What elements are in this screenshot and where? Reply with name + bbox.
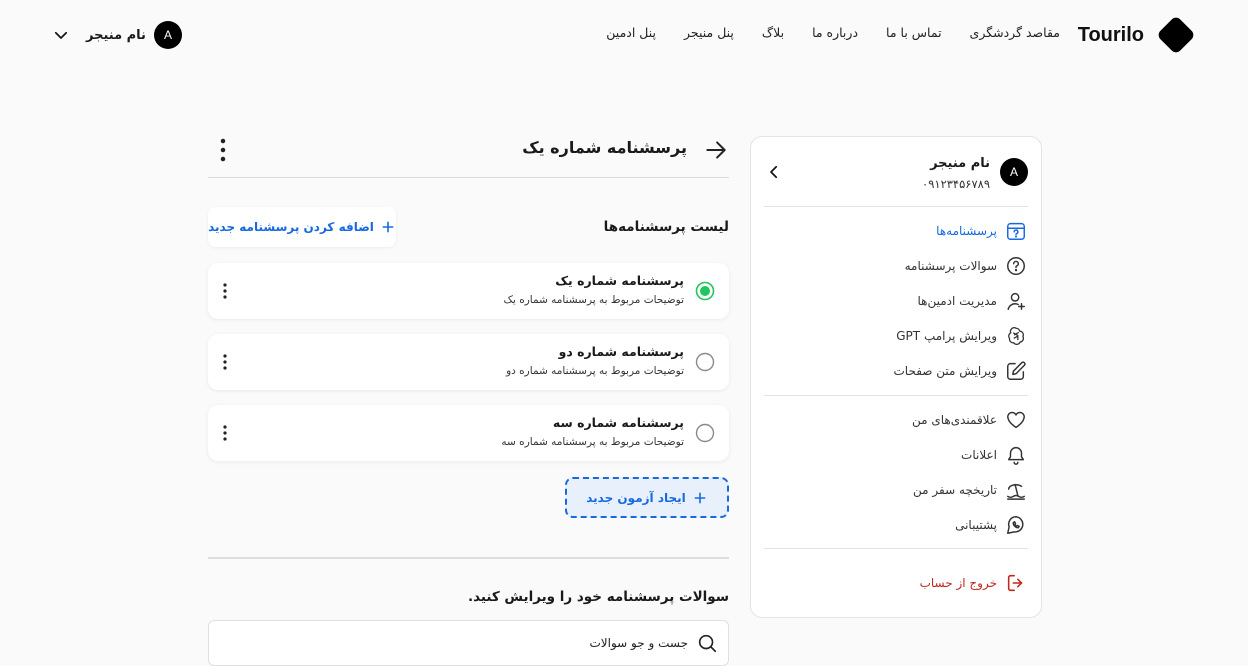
user-name: نام منیجر [86,27,146,43]
new-exam-button[interactable]: ایجاد آزمون جدید [565,477,729,518]
sidebar-item-label: مدیریت ادمین‌ها [917,294,997,308]
questionnaire-name: پرسشنامه شماره دو [558,344,684,359]
sidebar-user: A نام منیجر ۰۹۱۲۳۴۵۶۷۸۹ [922,156,1028,191]
beach-icon [1007,483,1025,500]
questionnaire-item[interactable]: پرسشنامه شماره دو توضیحات مربوط به پرسشن… [208,334,729,390]
sidebar-item-label: پشتیبانی [955,518,997,532]
sidebar-item-label: اعلانات [961,448,997,462]
sidebar-item-questions[interactable]: سوالات پرسشنامه [765,253,1027,279]
more-vertical-icon[interactable] [217,279,233,303]
add-questionnaire-button[interactable]: اضافه کردن پرسشنامه جدید [208,207,396,247]
more-vertical-icon[interactable] [217,350,233,374]
user-add-icon [1007,292,1025,310]
questionnaire-description: توضیحات مربوط به پرسشنامه شماره دو [506,365,684,377]
logout-button[interactable]: خروج از حساب [765,570,1027,596]
search-box [208,620,729,666]
more-vertical-icon[interactable] [217,421,233,445]
nav-item-blog[interactable]: بلاگ [762,25,784,40]
gpt-icon [1008,327,1024,345]
arrow-right-icon[interactable] [703,137,729,163]
more-vertical-icon[interactable] [214,136,232,164]
new-exam-label: ایجاد آزمون جدید [586,490,686,505]
sidebar-item-label: پرسشنامه‌ها [936,224,997,238]
sidebar-item-favorites[interactable]: علاقمندی‌های من [765,407,1027,433]
radio-unselected-icon[interactable] [695,423,715,443]
add-questionnaire-label: اضافه کردن پرسشنامه جدید [208,220,374,234]
questionnaire-item[interactable]: پرسشنامه شماره سه توضیحات مربوط به پرسشن… [208,405,729,461]
search-icon [698,634,717,653]
logout-label: خروج از حساب [919,576,997,590]
sidebar-user-phone: ۰۹۱۲۳۴۵۶۷۸۹ [922,177,990,191]
sidebar-item-admins[interactable]: مدیریت ادمین‌ها [765,288,1027,314]
sidebar-item-label: ویرایش متن صفحات [893,364,998,378]
chevron-left-icon[interactable] [765,163,783,181]
radio-selected-icon[interactable] [695,281,715,301]
sidebar-item-label: علاقمندی‌های من [911,413,997,427]
sidebar-avatar: A [1000,158,1028,186]
search-input[interactable] [268,636,688,650]
avatar: A [153,21,182,49]
chevron-down-icon [54,31,68,39]
nav-item-manager-panel[interactable]: پنل منیجر [684,25,734,40]
top-nav: مقاصد گردشگری تماس با ما درباره ما بلاگ … [606,25,1060,40]
brand[interactable]: Tourilo [1078,13,1198,57]
logout-icon [1007,574,1023,592]
radio-unselected-icon[interactable] [695,352,715,372]
questionnaire-name: پرسشنامه شماره سه [552,415,684,430]
sidebar-item-label: ویرایش پرامپ GPT [896,329,997,343]
questionnaire-icon [1007,222,1025,240]
sidebar-divider [764,548,1028,549]
support-icon [1007,516,1024,534]
sidebar-item-label: سوالات پرسشنامه [904,259,997,273]
heart-icon [1007,411,1025,429]
edit-icon [1007,361,1026,380]
questionnaire-description: توضیحات مربوط به پرسشنامه شماره سه [501,436,684,448]
nav-item-about[interactable]: درباره ما [812,25,858,40]
user-menu[interactable]: A نام منیجر [52,21,182,49]
nav-item-contact[interactable]: تماس با ما [886,25,942,40]
questionnaire-description: توضیحات مربوط به پرسشنامه شماره یک [503,294,684,306]
sidebar-divider [764,395,1028,396]
sidebar-user-name: نام منیجر [930,156,990,171]
sidebar-item-notifications[interactable]: اعلانات [765,442,1027,468]
bell-icon [1007,447,1025,465]
page-header: پرسشنامه شماره یک [208,134,729,178]
question-circle-icon [1007,257,1025,275]
nav-item-destinations[interactable]: مقاصد گردشگری [970,25,1060,40]
edit-questions-title: سوالات پرسشنامه خود را ویرایش کنید. [467,589,729,605]
sidebar: A نام منیجر ۰۹۱۲۳۴۵۶۷۸۹ پرسشنامه‌ها سوال… [750,136,1042,618]
page-title: پرسشنامه شماره یک [522,138,687,157]
questionnaire-item[interactable]: پرسشنامه شماره یک توضیحات مربوط به پرسشن… [208,263,729,319]
sidebar-item-edit-pages[interactable]: ویرایش متن صفحات [765,358,1027,384]
brand-logo-icon [1158,17,1194,53]
questionnaire-list-title: لیست پرسشنامه‌ها [603,219,729,235]
sidebar-divider [764,206,1028,207]
sidebar-item-questionnaires[interactable]: پرسشنامه‌ها [765,218,1027,244]
sidebar-item-trip-history[interactable]: تاریخچه سفر من [765,477,1027,503]
plus-icon [382,221,394,233]
plus-icon [694,492,706,503]
sidebar-item-support[interactable]: پشتیبانی [765,512,1027,538]
sidebar-item-gpt-prompt[interactable]: ویرایش پرامپ GPT [765,323,1027,349]
nav-item-admin-panel[interactable]: پنل ادمین [606,25,656,40]
sidebar-item-label: تاریخچه سفر من [913,483,997,497]
questionnaire-name: پرسشنامه شماره یک [555,273,684,288]
section-divider [208,557,729,559]
brand-name: Tourilo [1077,23,1144,46]
